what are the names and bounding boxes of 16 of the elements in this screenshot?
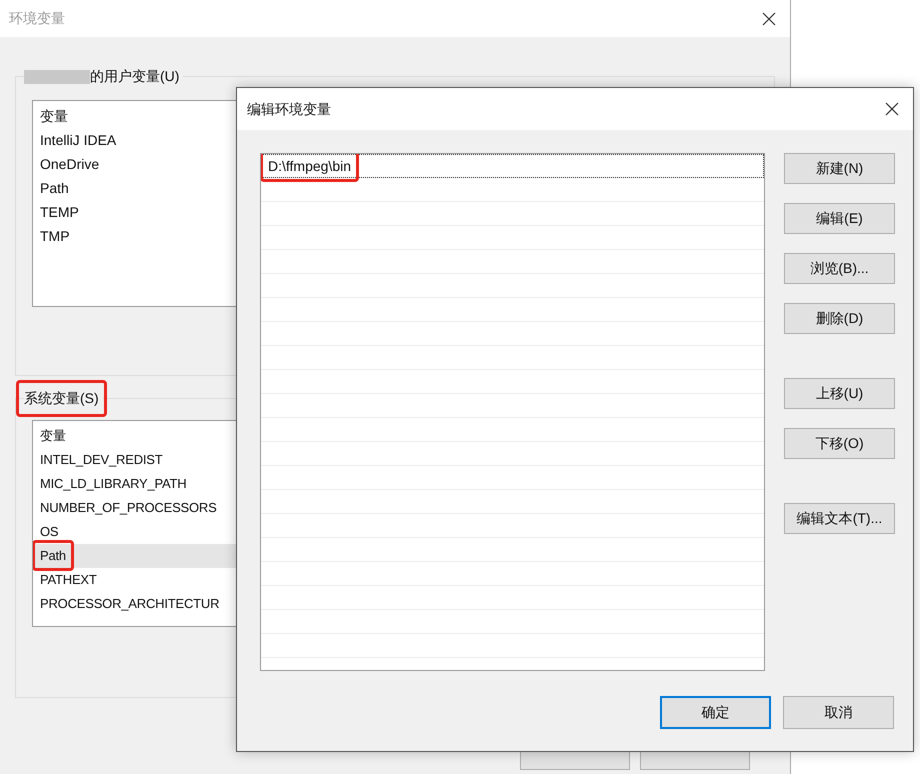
- side-button[interactable]: 编辑文本(T)...: [784, 503, 895, 534]
- ok-button[interactable]: 确定: [660, 696, 771, 729]
- side-button[interactable]: 编辑(E): [784, 203, 895, 234]
- close-icon[interactable]: [762, 12, 776, 26]
- group-label: 系统变量(S): [24, 388, 99, 409]
- close-icon[interactable]: [885, 102, 899, 116]
- cancel-button[interactable]: 取消: [783, 696, 894, 729]
- dialog-title: 编辑环境变量: [247, 100, 331, 118]
- side-button[interactable]: 下移(O): [784, 428, 895, 459]
- window-title: 环境变量: [9, 9, 65, 28]
- side-button[interactable]: 上移(U): [784, 378, 895, 409]
- side-button[interactable]: 浏览(B)...: [784, 253, 895, 284]
- group-label: 的用户变量(U): [90, 67, 180, 86]
- redacted-block: [24, 70, 90, 84]
- side-button[interactable]: 删除(D): [784, 303, 895, 334]
- side-button[interactable]: 新建(N): [784, 153, 895, 184]
